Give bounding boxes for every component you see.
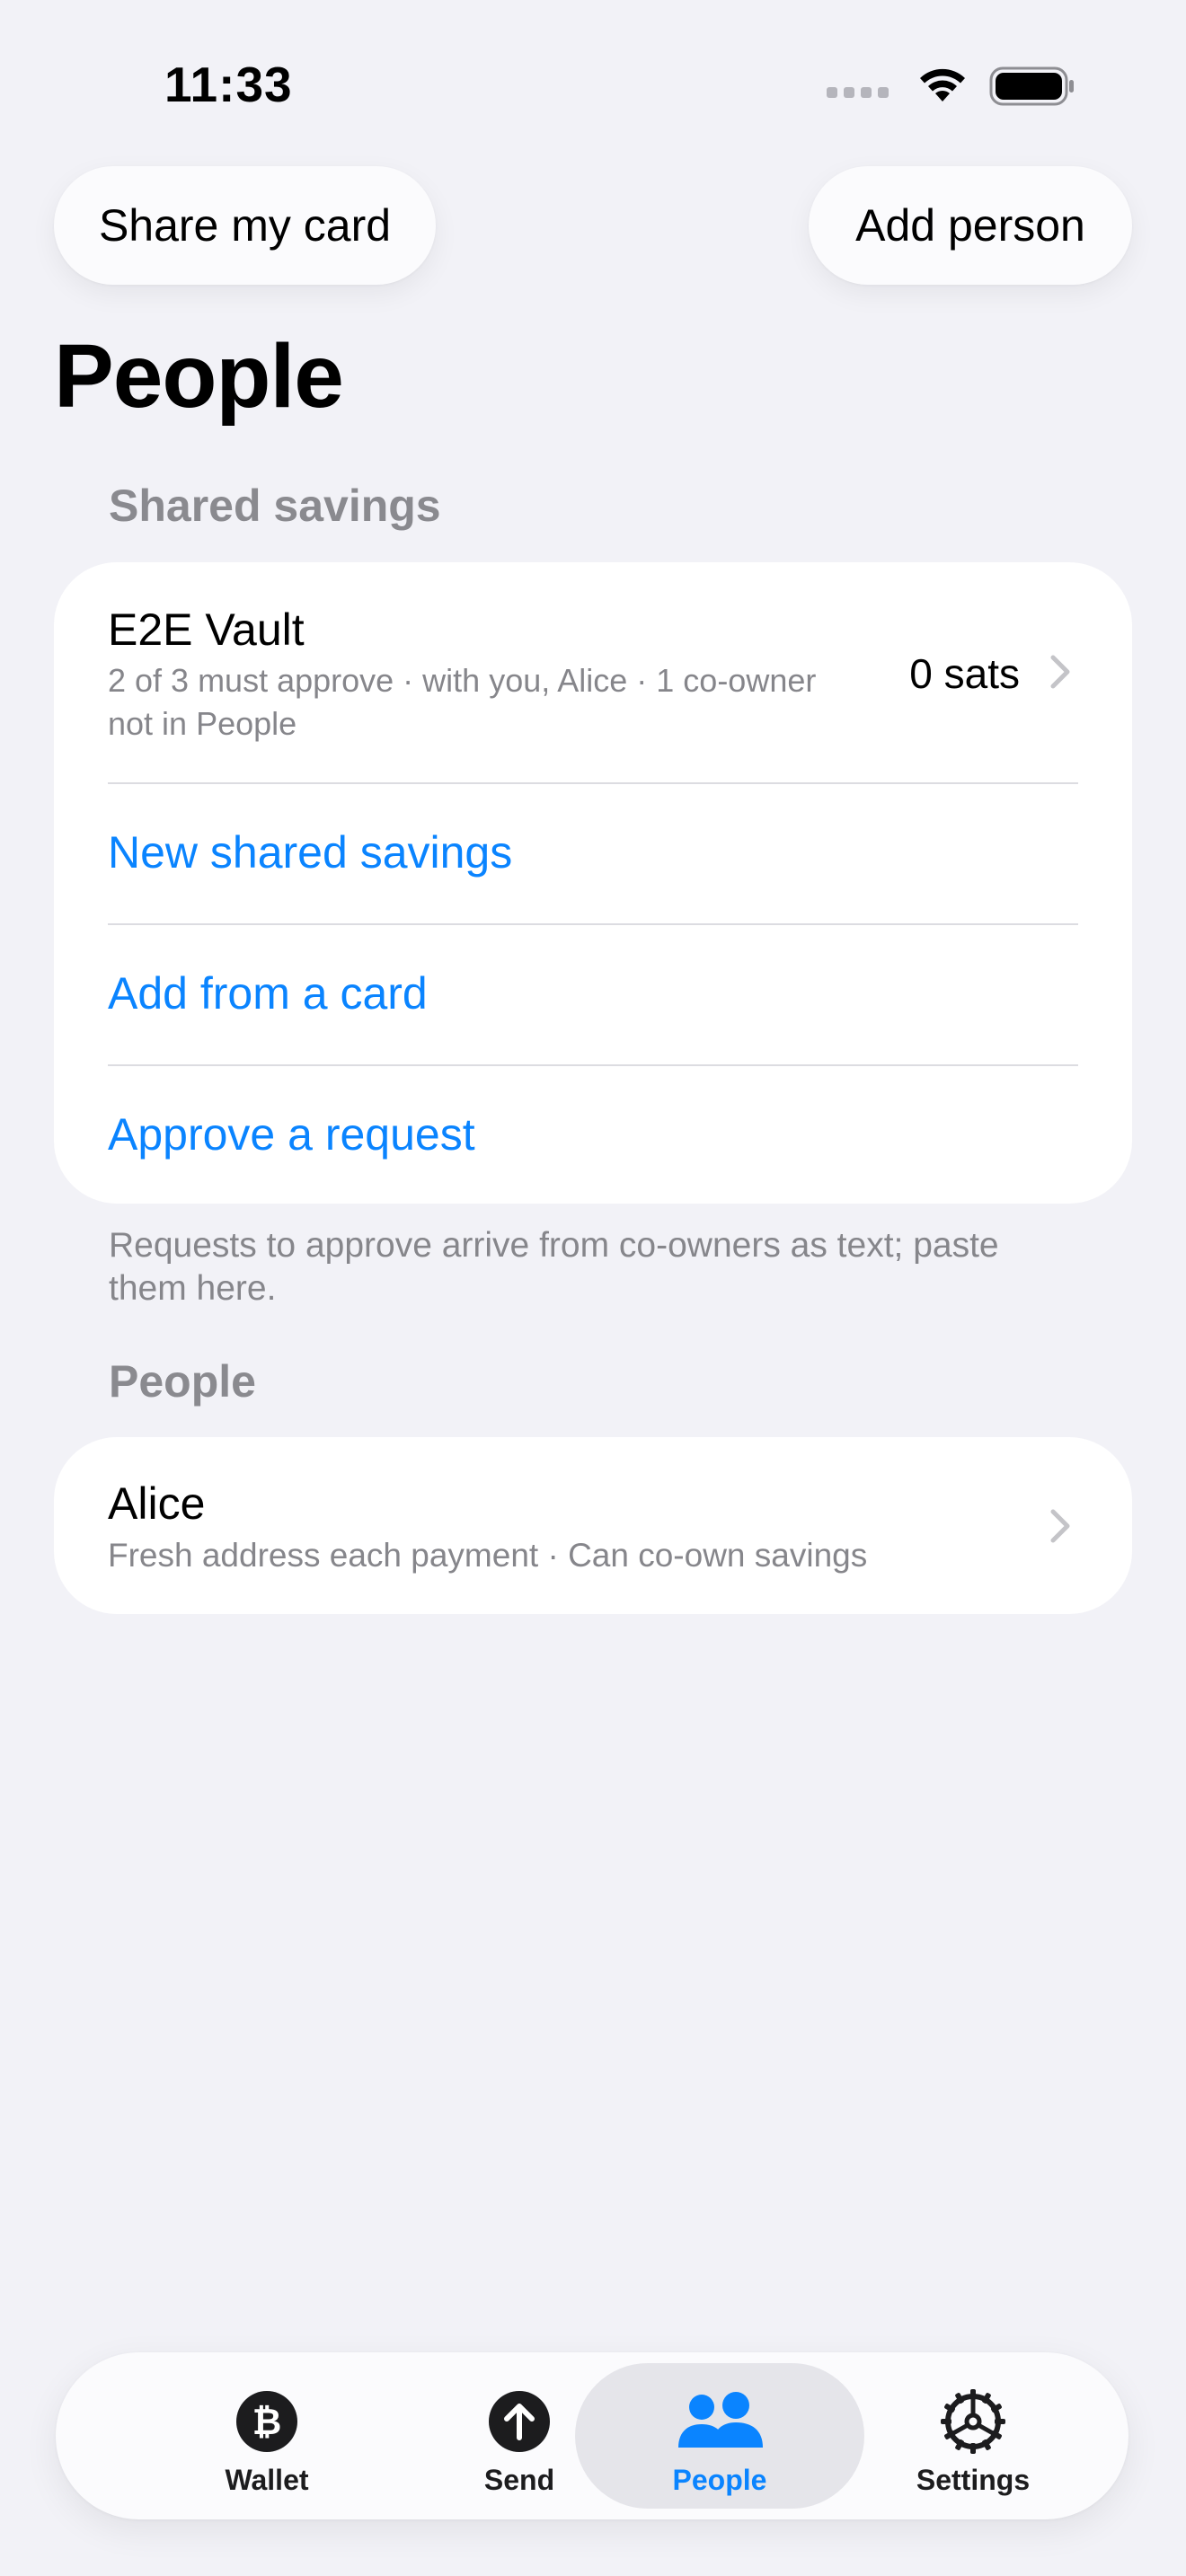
vault-subtitle-line2: not in People xyxy=(108,705,297,742)
contact-subtitle: Fresh address each payment · Can co-own … xyxy=(108,1537,868,1574)
chevron-right-icon xyxy=(1050,1509,1070,1543)
tab-people-label: People xyxy=(672,2464,767,2496)
cellular-signal-icon xyxy=(827,87,889,98)
status-indicators xyxy=(827,63,1075,110)
contact-name: Alice xyxy=(108,1478,206,1529)
share-my-card-button[interactable]: Share my card xyxy=(54,166,436,285)
tab-people[interactable]: People xyxy=(575,2363,864,2509)
approval-footer-line2: them here. xyxy=(109,1269,277,1308)
shared-savings-header: Shared savings xyxy=(109,481,441,531)
wifi-icon xyxy=(920,68,965,101)
people-icon xyxy=(675,2388,765,2455)
tab-settings[interactable]: Settings xyxy=(828,2363,1118,2509)
tab-wallet-label: Wallet xyxy=(225,2464,309,2496)
people-section-header: People xyxy=(109,1356,256,1407)
new-shared-savings-link[interactable]: New shared savings xyxy=(108,826,512,878)
vault-balance: 0 sats xyxy=(909,650,1020,697)
battery-icon xyxy=(989,66,1074,106)
approval-footer-note: Requests to approve arrive from co-owner… xyxy=(109,1224,1079,1310)
vault-name: E2E Vault xyxy=(108,604,305,655)
people-card: Alice Fresh address each payment · Can c… xyxy=(54,1437,1132,1614)
new-shared-savings-row[interactable]: New shared savings xyxy=(54,784,1132,923)
tab-settings-label: Settings xyxy=(916,2464,1031,2496)
share-my-card-label: Share my card xyxy=(98,200,392,251)
add-person-button[interactable]: Add person xyxy=(809,166,1132,285)
add-from-card-link[interactable]: Add from a card xyxy=(108,967,428,1019)
shared-savings-card: E2E Vault 2 of 3 must approve · with you… xyxy=(54,562,1132,1204)
chevron-right-icon xyxy=(1050,655,1070,689)
approve-request-row[interactable]: Approve a request xyxy=(54,1066,1132,1204)
arrow-up-icon xyxy=(487,2388,552,2455)
status-time: 11:33 xyxy=(164,57,293,112)
bitcoin-icon: ₿ xyxy=(235,2388,299,2455)
add-person-label: Add person xyxy=(855,200,1085,251)
tab-send-label: Send xyxy=(483,2464,555,2496)
svg-text:₿: ₿ xyxy=(252,2402,282,2443)
approve-request-link[interactable]: Approve a request xyxy=(108,1108,475,1160)
contact-row[interactable]: Alice Fresh address each payment · Can c… xyxy=(54,1437,1132,1614)
vault-row[interactable]: E2E Vault 2 of 3 must approve · with you… xyxy=(54,562,1132,782)
approval-footer-line1: Requests to approve arrive from co-owner… xyxy=(109,1226,999,1265)
tab-wallet[interactable]: ₿ Wallet xyxy=(122,2363,412,2509)
page-title: People xyxy=(54,326,344,427)
vault-subtitle-line1: 2 of 3 must approve · with you, Alice · … xyxy=(108,662,817,699)
tab-bar: ₿ Wallet Send People Settings xyxy=(56,2352,1128,2519)
add-from-card-row[interactable]: Add from a card xyxy=(54,925,1132,1064)
gear-icon xyxy=(939,2388,1007,2455)
